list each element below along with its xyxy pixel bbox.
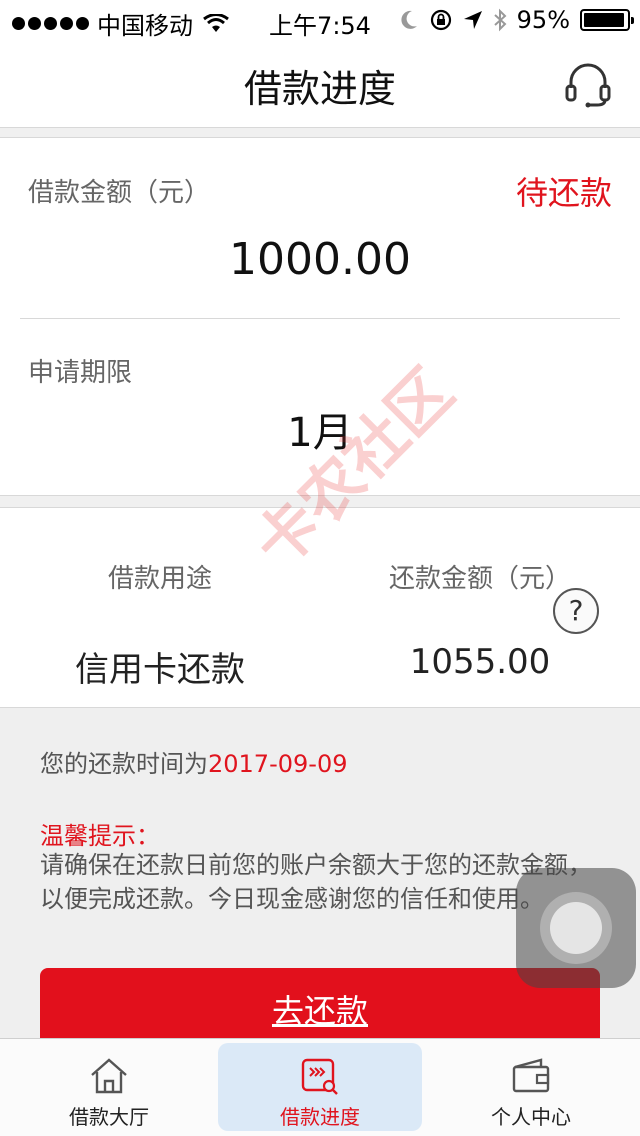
battery-icon [580,9,634,31]
amount-label: 借款金额（元） [28,178,211,208]
repay-date: 2017-09-09 [208,750,348,778]
repay-amount: 1055.00 [409,642,551,682]
repay-amount-label: 还款金额（元） [388,564,571,594]
section-gap [0,496,640,508]
tab-bar: 借款大厅 借款进度 个人中心 [0,1038,640,1136]
progress-icon [301,1058,338,1095]
section-gap [0,128,640,138]
repay-button[interactable]: 去还款 [40,968,600,1048]
status-bar: 中国移动 上午7:54 95% [0,0,640,40]
home-icon [91,1058,127,1094]
tip-title: 温馨提示： [40,822,160,850]
tab-personal-center[interactable]: 个人中心 [426,1039,636,1136]
location-icon [463,11,482,29]
wallet-icon [512,1058,550,1093]
loan-details-card: 借款用途 还款金额（元） 信用卡还款 1055.00 ? [0,508,640,708]
repay-time-line: 您的还款时间为2017-09-09 [40,744,347,779]
loan-purpose: 信用卡还款 [75,650,245,690]
headset-icon[interactable] [564,62,612,108]
battery-percent: 95% [516,6,570,34]
purpose-label: 借款用途 [107,564,212,594]
tab-label: 借款大厅 [69,1105,149,1129]
nav-bar: 借款进度 [0,40,640,128]
moon-icon [401,10,417,29]
help-button[interactable]: ? [553,588,599,634]
status-right: 95% [399,6,634,34]
loan-summary-card: 借款金额（元） 待还款 1000.00 申请期限 1月 [0,138,640,496]
period-label: 申请期限 [28,358,133,388]
loan-period: 1月 [287,410,353,456]
tab-loan-progress[interactable]: 借款进度 [218,1043,422,1131]
repay-time-prefix: 您的还款时间为 [40,750,208,778]
divider [20,318,620,319]
status-badge: 待还款 [515,174,612,212]
tab-label: 个人中心 [491,1105,571,1129]
tab-loan-hall[interactable]: 借款大厅 [4,1039,214,1136]
loan-amount: 1000.00 [229,234,411,285]
assistive-touch-button[interactable] [516,868,636,988]
tab-label: 借款进度 [280,1105,360,1129]
page-title: 借款进度 [243,67,396,111]
bluetooth-icon [493,8,507,32]
rotation-lock-icon [430,9,451,31]
